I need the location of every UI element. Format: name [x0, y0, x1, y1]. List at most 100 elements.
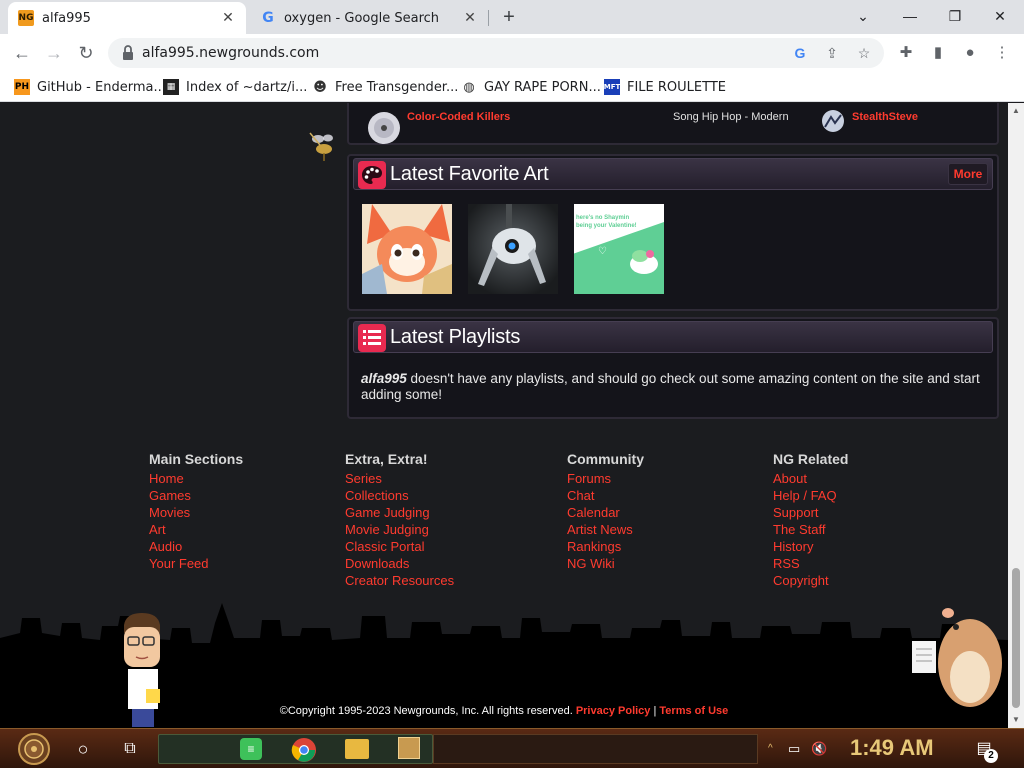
footer-link-copyright[interactable]: Copyright [773, 572, 848, 589]
privacy-policy-link[interactable]: Privacy Policy [576, 705, 651, 717]
close-icon[interactable]: ✕ [220, 10, 236, 26]
tab-title: alfa995 [42, 10, 91, 26]
footer-link-chat[interactable]: Chat [567, 487, 644, 504]
tab-alfa995[interactable]: NG alfa995 ✕ [8, 2, 246, 34]
footer-link-calendar[interactable]: Calendar [567, 504, 644, 521]
footer-link-history[interactable]: History [773, 538, 848, 555]
forward-button[interactable]: → [42, 41, 66, 65]
back-button[interactable]: ← [10, 41, 34, 65]
footer-link-downloads[interactable]: Downloads [345, 555, 454, 572]
file-explorer-icon[interactable] [345, 739, 369, 759]
footer-link-art[interactable]: Art [149, 521, 243, 538]
footer-link-support[interactable]: Support [773, 504, 848, 521]
footer-link-rankings[interactable]: Rankings [567, 538, 644, 555]
footer-link-about[interactable]: About [773, 470, 848, 487]
system-clock[interactable]: 1:49 AM [850, 735, 934, 761]
tab-search-icon[interactable]: ⌄ [851, 4, 875, 28]
audio-title-link[interactable]: Color-Coded Killers [407, 111, 510, 123]
chrome-icon[interactable] [291, 737, 317, 763]
playlists-message-text: doesn't have any playlists, and should g… [361, 371, 980, 402]
mask-icon: ☻ [313, 79, 327, 95]
taskbar: ○ ⧉ ≡ ^ ▭ 🔇 1:49 AM ▤ 2 [0, 728, 1024, 768]
art-thumbnail[interactable] [468, 204, 558, 294]
art-thumbnail[interactable] [362, 204, 452, 294]
close-icon[interactable]: ✕ [462, 10, 478, 26]
bookmark-free-transgender[interactable]: ☻ Free Transgender... [312, 77, 458, 97]
bookmark-index-dartz[interactable]: ▦ Index of ~dartz/i... [163, 77, 307, 97]
profile-avatar-icon[interactable]: ● [960, 43, 980, 63]
address-bar[interactable]: G ⇪ ☆ [108, 38, 884, 68]
footer-main-sections: Main Sections Home Games Movies Art Audi… [149, 451, 243, 572]
footer-link-series[interactable]: Series [345, 470, 454, 487]
side-panel-icon[interactable]: ▮ [928, 43, 948, 63]
footer-extra-extra: Extra, Extra! Series Collections Game Ju… [345, 451, 454, 589]
volume-muted-icon[interactable]: 🔇 [811, 733, 831, 765]
playlists-panel: Latest Playlists alfa995 doesn't have an… [347, 317, 999, 419]
bookmark-globe-site[interactable]: ◍ GAY RAPE PORN... [461, 77, 601, 97]
footer-link-creator-resources[interactable]: Creator Resources [345, 572, 454, 589]
terms-of-use-link[interactable]: Terms of Use [659, 705, 728, 717]
browser-toolbar: ← → ↻ G ⇪ ☆ ✚ ▮ ● ⋮ [0, 34, 1024, 72]
minimize-button[interactable]: — [898, 4, 922, 28]
footer-link-rss[interactable]: RSS [773, 555, 848, 572]
footer-community: Community Forums Chat Calendar Artist Ne… [567, 451, 644, 572]
footer-link-game-judging[interactable]: Game Judging [345, 504, 454, 521]
task-view-icon[interactable]: ⧉ [119, 733, 141, 765]
index-icon: ▦ [163, 79, 179, 95]
footer-link-classic-portal[interactable]: Classic Portal [345, 538, 454, 555]
new-tab-button[interactable]: + [498, 6, 520, 28]
footer-link-forums[interactable]: Forums [567, 470, 644, 487]
file-roulette-icon: MFT [604, 79, 620, 95]
pinned-app-icon[interactable] [398, 737, 420, 759]
username: alfa995 [361, 371, 407, 386]
reload-button[interactable]: ↻ [74, 41, 98, 65]
globe-icon: ◍ [463, 79, 475, 95]
bookmark-label: Free Transgender... [335, 79, 459, 95]
footer-link-ng-wiki[interactable]: NG Wiki [567, 555, 644, 572]
playlist-icon [358, 324, 386, 352]
google-lens-icon[interactable]: G [790, 43, 810, 63]
bookmark-github[interactable]: PH GitHub - Enderma... [14, 77, 166, 97]
scrollbar-thumb[interactable] [1012, 568, 1020, 708]
footer-link-collections[interactable]: Collections [345, 487, 454, 504]
footer-link-your-feed[interactable]: Your Feed [149, 555, 243, 572]
bookmark-label: GitHub - Enderma... [37, 79, 166, 95]
network-icon[interactable]: ▭ [788, 733, 806, 765]
footer-link-help-faq[interactable]: Help / FAQ [773, 487, 848, 504]
footer-link-movie-judging[interactable]: Movie Judging [345, 521, 454, 538]
more-button[interactable]: More [948, 163, 988, 185]
extensions-icon[interactable]: ✚ [896, 43, 916, 63]
scroll-down-arrow[interactable]: ▼ [1012, 716, 1020, 724]
url-input[interactable] [142, 43, 742, 63]
notes-app-icon[interactable]: ≡ [240, 738, 262, 760]
scroll-up-arrow[interactable]: ▲ [1012, 107, 1020, 115]
start-orb-icon[interactable] [14, 733, 54, 765]
page-scrollbar[interactable]: ▲ ▼ [1008, 103, 1024, 728]
close-window-button[interactable]: ✕ [988, 4, 1012, 28]
chevron-up-icon[interactable]: ^ [768, 733, 780, 765]
tab-strip: NG alfa995 ✕ G oxygen - Google Search ✕ … [0, 0, 1024, 34]
notification-count-badge: 2 [984, 749, 998, 763]
footer-link-home[interactable]: Home [149, 470, 243, 487]
newgrounds-page: Color-Coded Killers Song Hip Hop - Moder… [0, 103, 1008, 728]
bookmark-star-icon[interactable]: ☆ [854, 43, 874, 63]
share-icon[interactable]: ⇪ [822, 43, 842, 63]
footer-link-movies[interactable]: Movies [149, 504, 243, 521]
ph-icon: PH [14, 79, 30, 95]
search-circle-icon[interactable]: ○ [72, 733, 94, 765]
tab-oxygen-search[interactable]: G oxygen - Google Search ✕ [250, 2, 488, 34]
art-thumbnail[interactable]: here's no Shaymin being your Valentine! … [574, 204, 664, 294]
footer-link-games[interactable]: Games [149, 487, 243, 504]
bookmark-label: GAY RAPE PORN... [484, 79, 601, 95]
footer-heading: NG Related [773, 451, 849, 467]
audio-author-link[interactable]: StealthSteve [852, 111, 918, 123]
menu-icon[interactable]: ⋮ [992, 43, 1012, 63]
author-avatar[interactable] [821, 109, 845, 133]
footer-link-audio[interactable]: Audio [149, 538, 243, 555]
restore-button[interactable]: ❐ [943, 4, 967, 28]
newgrounds-icon: NG [18, 10, 34, 26]
footer-link-artist-news[interactable]: Artist News [567, 521, 644, 538]
footer-link-the-staff[interactable]: The Staff [773, 521, 848, 538]
bookmark-file-roulette[interactable]: MFT FILE ROULETTE [604, 77, 726, 97]
footer-ng-related: NG Related About Help / FAQ Support The … [773, 451, 848, 589]
